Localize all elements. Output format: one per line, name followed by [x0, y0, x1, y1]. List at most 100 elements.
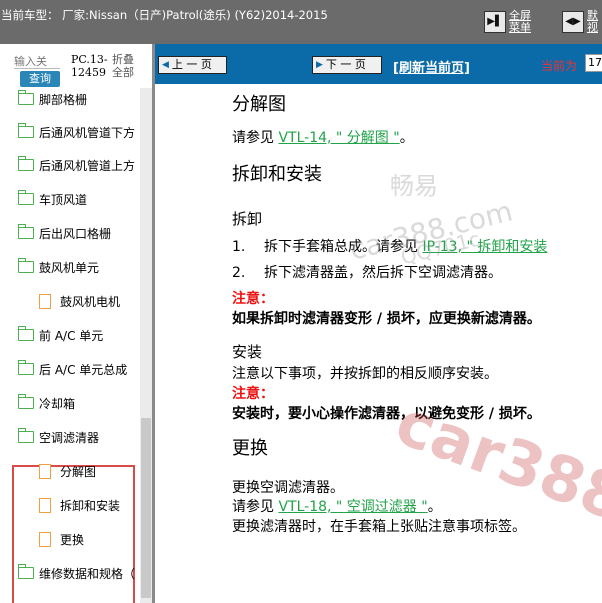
tree-item-label: 分解图 [60, 464, 97, 479]
search-area: 查询 PC.13- 12459 折叠 全部 [0, 44, 140, 92]
fullscreen-menu-button[interactable]: ▶▌ 全屏 菜单 [484, 8, 531, 36]
scrollbar-thumb[interactable] [141, 418, 151, 598]
tree-item-rear-duct-upper[interactable]: 后通风机管道上方 [17, 154, 136, 176]
tree-item-label: 脚部格栅 [39, 92, 88, 107]
pc-code: PC.13- 12459 [71, 53, 108, 79]
tree-item-label: 拆卸和安装 [60, 498, 121, 513]
arrow-left-icon: ◀ [162, 60, 169, 70]
step-number: 2. [232, 265, 246, 281]
replace-line-3: 更换滤清器时，在手套箱上张贴注意事项标签。 [232, 519, 526, 535]
remove-step-2: 2. 拆下滤清器盖，然后拆下空调滤清器。 [232, 262, 502, 282]
step-text: 拆下手套箱总成。请参见 [264, 239, 423, 255]
folder-icon [17, 90, 34, 105]
vehicle-title: 当前车型： 厂家:Nissan（日产)Patrol(途乐) (Y62)2014-… [1, 8, 328, 22]
replace-reference: 请参见 VTL-18, " 空调过滤器 "。 [232, 496, 442, 516]
next-page-label: 下 一 页 [325, 58, 366, 71]
view-toggle-icon: ◀▶ [562, 11, 584, 33]
tree-item-cooling-box[interactable]: 冷却箱 [17, 392, 76, 414]
folder-open-icon [17, 428, 34, 443]
tree-item-label: 车顶风道 [39, 192, 88, 207]
folder-icon [17, 190, 34, 205]
tree-item-label: 后出风口格栅 [39, 226, 112, 241]
tree-item-blower-unit[interactable]: 鼓风机单元 [17, 256, 100, 278]
heading-replace: 更换 [232, 438, 268, 459]
tree-item-exploded-view[interactable]: 分解图 [39, 460, 96, 482]
tree-item-label: 维修数据和规格（ [39, 566, 136, 581]
document-icon [39, 497, 51, 513]
fullscreen-icon: ▶▌ [484, 11, 506, 33]
folder-icon [17, 224, 34, 239]
folder-icon [17, 394, 34, 409]
tree-item-label: 后通风机管道下方 [39, 125, 136, 140]
tree-item-service-data[interactable]: 维修数据和规格（ [17, 562, 136, 584]
reference-prefix: 请参见 [232, 499, 279, 515]
tree-item-rear-duct-lower[interactable]: 后通风机管道下方 [17, 121, 136, 143]
current-page-input[interactable]: 17 [585, 54, 602, 72]
caution-title-1: 注意： [232, 291, 274, 307]
fullscreen-label: 全屏 菜单 [509, 9, 531, 34]
tree-item-replace[interactable]: 更换 [39, 528, 84, 550]
tree-item-label: 前 A/C 单元 [39, 328, 104, 343]
vtl18-link[interactable]: VTL-18, " 空调过滤器 " [278, 499, 427, 515]
document-content: 分解图 请参见 VTL-14, " 分解图 "。 拆卸和安装 拆卸 1. 拆下手套… [232, 84, 602, 603]
tree-item-remove-install[interactable]: 拆卸和安装 [39, 494, 120, 516]
step-text: 拆下滤清器盖，然后拆下空调滤清器。 [264, 265, 502, 281]
heading-install: 安装 [232, 343, 263, 361]
folder-icon [17, 360, 34, 375]
watermark-1: 畅易 [390, 172, 438, 200]
tree-item-label: 后 A/C 单元总成 [39, 362, 128, 377]
heading-remove-install: 拆卸和安装 [232, 164, 322, 185]
reference-prefix: 请参见 [232, 130, 279, 146]
vtl14-link[interactable]: VTL-14, " 分解图 " [278, 130, 399, 146]
exploded-reference: 请参见 VTL-14, " 分解图 "。 [232, 127, 414, 147]
next-page-button[interactable]: ▶ 下 一 页 [312, 56, 382, 74]
tree-item-label: 后通风机管道上方 [39, 158, 136, 173]
heading-remove: 拆卸 [232, 210, 263, 228]
caution-text-1: 如果拆卸时滤清器变形 / 损坏，应更换新滤清器。 [232, 311, 541, 327]
caution-text-2: 安装时，要小心操作滤清器，以避免变形 / 损坏。 [232, 406, 541, 422]
default-view-label: 默 视 [587, 9, 598, 34]
folder-icon [17, 564, 34, 579]
refresh-page-link[interactable]: [刷新当前页] [393, 57, 470, 76]
content-toolbar: ◀ 上 一 页 ▶ 下 一 页 [刷新当前页] 当前为 17 [155, 44, 602, 84]
search-button[interactable]: 查询 [20, 71, 60, 87]
tree-item-rear-ac-unit[interactable]: 后 A/C 单元总成 [17, 358, 128, 380]
install-text: 注意以下事项，并按拆卸的相反顺序安装。 [232, 366, 498, 382]
arrow-right-icon: ▶ [316, 60, 323, 70]
ip13-link[interactable]: IP-13, " 拆卸和安装 [422, 239, 547, 255]
prev-page-button[interactable]: ◀ 上 一 页 [158, 56, 227, 74]
replace-line-1: 更换空调滤清器。 [232, 480, 344, 496]
tree-item-label: 鼓风机电机 [60, 294, 121, 309]
folder-icon [17, 326, 34, 341]
document-icon [39, 463, 51, 479]
folder-icon [17, 258, 34, 273]
tree-item-front-ac-unit[interactable]: 前 A/C 单元 [17, 324, 104, 346]
tree-item-label: 更换 [60, 532, 85, 547]
sidebar-scrollbar[interactable] [140, 88, 152, 603]
search-input[interactable] [14, 54, 60, 69]
document-icon [39, 531, 51, 547]
step-number: 1. [232, 239, 246, 255]
tree-item-roof-duct[interactable]: 车顶风道 [17, 188, 88, 210]
tree-item-rear-vent-grille[interactable]: 后出风口格栅 [17, 222, 112, 244]
tree-item-ac-filter[interactable]: 空调滤清器 [17, 426, 100, 448]
folder-icon [17, 123, 34, 138]
reference-suffix: 。 [427, 499, 442, 515]
heading-exploded-view: 分解图 [232, 94, 286, 115]
reference-suffix: 。 [399, 130, 414, 146]
prev-page-label: 上 一 页 [171, 58, 212, 71]
caution-title-2: 注意： [232, 386, 274, 402]
sidebar: 查询 PC.13- 12459 折叠 全部 脚部格栅 后通风机管道下方 后通风机… [0, 44, 155, 603]
default-view-button[interactable]: ◀▶ 默 视 [562, 8, 598, 36]
tree-item-label: 鼓风机单元 [39, 260, 100, 275]
tree-item-foot-grille[interactable]: 脚部格栅 [17, 88, 88, 110]
tree-item-label: 空调滤清器 [39, 430, 100, 445]
current-page-label: 当前为 [541, 59, 578, 73]
document-icon [39, 293, 51, 309]
tree-item-blower-motor[interactable]: 鼓风机电机 [39, 290, 120, 312]
folder-icon [17, 156, 34, 171]
top-bar: 当前车型： 厂家:Nissan（日产)Patrol(途乐) (Y62)2014-… [0, 0, 602, 44]
remove-step-1: 1. 拆下手套箱总成。请参见 IP-13, " 拆卸和安装 [232, 236, 547, 256]
collapse-all-button[interactable]: 折叠 全部 [112, 53, 134, 79]
tree-item-label: 冷却箱 [39, 396, 76, 411]
